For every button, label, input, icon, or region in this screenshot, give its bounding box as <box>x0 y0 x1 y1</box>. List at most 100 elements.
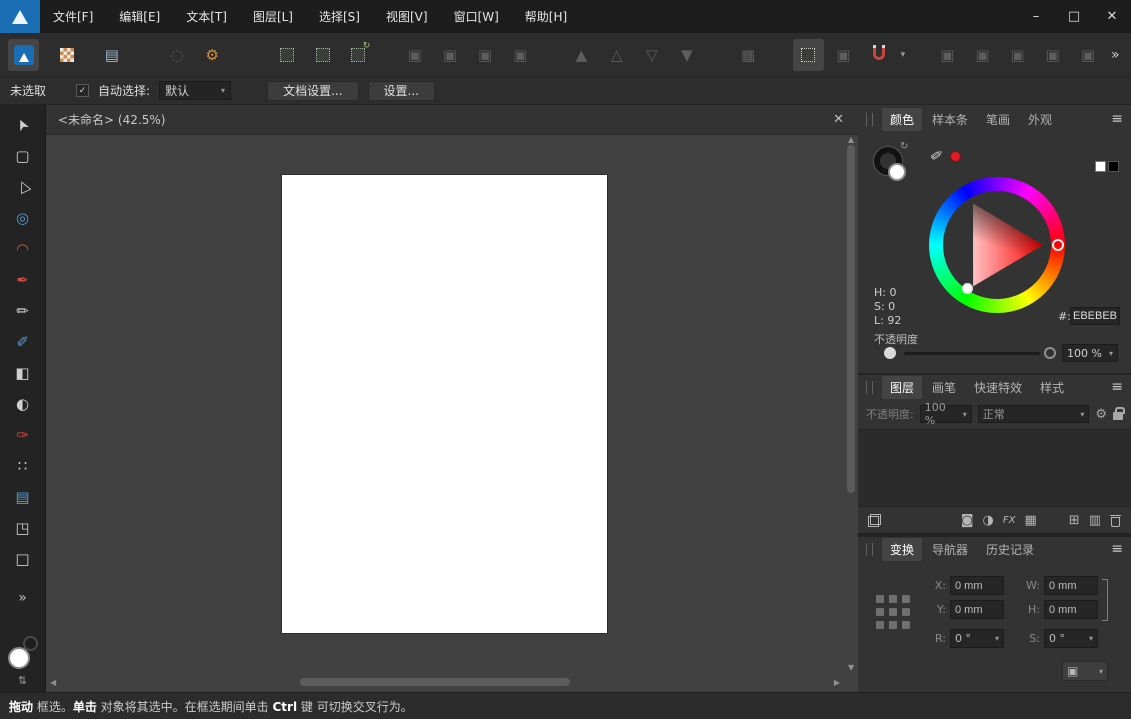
designer-persona-button[interactable] <box>8 39 39 71</box>
panel-menu-icon[interactable]: ≡ <box>1111 541 1123 557</box>
move-to-front-button[interactable]: ▲ <box>566 39 597 71</box>
insert-on-top-button[interactable]: ▣ <box>434 39 465 71</box>
replace-selection-button[interactable]: ▣ <box>505 39 536 71</box>
point-transform-tool[interactable]: ◎ <box>9 204 37 232</box>
live-filter-icon[interactable]: ▦ <box>1025 513 1037 528</box>
document-tab-close-button[interactable]: ✕ <box>831 112 846 127</box>
swap-colors-button[interactable]: ⇅ <box>18 674 27 687</box>
opacity-slider-handle[interactable] <box>884 347 896 359</box>
snapping-grid-button[interactable] <box>793 39 824 71</box>
w-input[interactable] <box>1044 576 1098 595</box>
menu-select[interactable]: 选择[S] <box>306 0 373 33</box>
panel-grip-handle[interactable] <box>866 113 873 126</box>
black-swatch[interactable] <box>1108 161 1119 172</box>
style-picker-tool[interactable]: ✑ <box>9 421 37 449</box>
corner-tool[interactable]: ◠ <box>9 235 37 263</box>
vector-crop-tool[interactable]: ◳ <box>9 514 37 542</box>
panel-menu-icon[interactable]: ≡ <box>1111 111 1123 127</box>
move-tool[interactable]: ➤ <box>9 111 37 139</box>
pen-tool[interactable]: ✒ <box>9 266 37 294</box>
duplicate-layer-icon[interactable] <box>868 514 881 527</box>
shear-dropdown[interactable]: 0 ° ▾ <box>1044 629 1098 648</box>
auto-select-dropdown[interactable]: 默认 ▾ <box>159 81 231 100</box>
x-input[interactable] <box>950 576 1004 595</box>
vertical-scroll-thumb[interactable] <box>847 145 855 493</box>
fill-color-dot[interactable] <box>888 163 906 181</box>
menu-text[interactable]: 文本[T] <box>173 0 240 33</box>
transform-separately-button[interactable]: ↻ <box>342 39 373 71</box>
pixel-persona-button[interactable] <box>51 39 82 71</box>
tab-stroke[interactable]: 笔画 <box>978 108 1018 131</box>
fill-tool[interactable]: ◧ <box>9 359 37 387</box>
y-input[interactable] <box>950 600 1004 619</box>
picked-color-swatch[interactable] <box>950 151 961 162</box>
horizontal-scrollbar[interactable]: ◀ ▶ <box>50 676 840 688</box>
tab-navigator[interactable]: 导航器 <box>924 538 976 561</box>
lock-icon[interactable] <box>1113 412 1123 420</box>
minimize-button[interactable]: – <box>1017 0 1055 33</box>
fill-color-swatch[interactable] <box>8 647 30 669</box>
move-backward-button[interactable]: ▽ <box>636 39 667 71</box>
snapping-dropdown-chevron[interactable]: ▾ <box>896 39 910 71</box>
maximize-button[interactable]: □ <box>1055 0 1093 33</box>
hex-input[interactable] <box>1070 307 1120 325</box>
add-layer-icon[interactable]: ⊞ <box>1069 513 1080 528</box>
insert-behind-button[interactable]: ▣ <box>399 39 430 71</box>
alignment-button[interactable]: ▦ <box>733 39 764 71</box>
scroll-down-icon[interactable]: ▼ <box>848 663 854 672</box>
hue-marker[interactable] <box>1052 239 1064 251</box>
menu-help[interactable]: 帮助[H] <box>512 0 580 33</box>
move-forward-button[interactable]: △ <box>601 39 632 71</box>
document-setup-button[interactable]: 文档设置... <box>267 81 358 101</box>
rotate-ccw-button[interactable]: ▣ <box>1002 39 1033 71</box>
blend-options-gear-icon[interactable]: ⚙ <box>1095 407 1107 422</box>
panel-grip-handle[interactable] <box>866 381 873 394</box>
menu-edit[interactable]: 编辑[E] <box>106 0 173 33</box>
anchor-point-selector[interactable] <box>874 593 916 635</box>
menu-window[interactable]: 窗口[W] <box>441 0 512 33</box>
snapping-options-button[interactable]: ▣ <box>828 39 859 71</box>
artboard-tool[interactable]: ▢ <box>9 142 37 170</box>
rotate-cw-button[interactable]: ▣ <box>1037 39 1068 71</box>
white-swatch[interactable] <box>1095 161 1106 172</box>
scroll-up-icon[interactable]: ▲ <box>848 135 854 144</box>
adjustment-layer-icon[interactable]: ◑ <box>983 513 994 528</box>
node-tool[interactable]: ▷ <box>9 173 37 201</box>
toolbar-overflow-button[interactable]: » <box>1106 47 1125 63</box>
tab-swatches[interactable]: 样本条 <box>924 108 976 131</box>
transparency-tool[interactable]: ◐ <box>9 390 37 418</box>
blend-mode-dropdown[interactable]: 正常 ▾ <box>978 405 1090 423</box>
layer-effects-icon[interactable]: FX <box>1003 515 1016 526</box>
place-image-tool[interactable]: ▤ <box>9 483 37 511</box>
vector-brush-tool[interactable]: ✐ <box>9 328 37 356</box>
close-button[interactable]: ✕ <box>1093 0 1131 33</box>
opacity-slider-track[interactable] <box>904 352 1040 355</box>
eyedropper-icon[interactable]: ✐ <box>928 146 944 166</box>
tab-history[interactable]: 历史记录 <box>978 538 1042 561</box>
whole-pixel-move-button[interactable] <box>307 39 338 71</box>
thumbnail-options-button[interactable]: ▣ ▾ <box>1062 661 1108 681</box>
pencil-tool[interactable]: ✏ <box>9 297 37 325</box>
scroll-right-icon[interactable]: ▶ <box>834 678 840 687</box>
duplicate-button[interactable]: ▣ <box>1072 39 1103 71</box>
export-persona-button[interactable]: ▤ <box>96 39 127 71</box>
menu-view[interactable]: 视图[V] <box>373 0 441 33</box>
rotation-dropdown[interactable]: 0 ° ▾ <box>950 629 1004 648</box>
group-layers-icon[interactable]: ▥ <box>1089 513 1101 528</box>
flip-vertical-button[interactable]: ▣ <box>967 39 998 71</box>
tab-quick-fx[interactable]: 快速特效 <box>966 376 1030 399</box>
dial-button[interactable]: ◌ <box>161 39 192 71</box>
pixel-alignment-button[interactable] <box>272 39 303 71</box>
horizontal-scroll-thumb[interactable] <box>300 678 570 686</box>
h-input[interactable] <box>1044 600 1098 619</box>
hue-wheel[interactable] <box>929 177 1065 313</box>
tab-appearance[interactable]: 外观 <box>1020 108 1060 131</box>
fill-stroke-color-well[interactable] <box>7 636 39 670</box>
scroll-left-icon[interactable]: ◀ <box>50 678 56 687</box>
settings-button[interactable]: 设置... <box>368 81 435 101</box>
tab-layers[interactable]: 图层 <box>882 376 922 399</box>
auto-select-checkbox[interactable]: ✓ <box>76 84 89 97</box>
link-dimensions-icon[interactable] <box>1102 579 1108 621</box>
delete-layer-icon[interactable] <box>1110 514 1121 527</box>
triangle-marker[interactable] <box>962 283 973 294</box>
